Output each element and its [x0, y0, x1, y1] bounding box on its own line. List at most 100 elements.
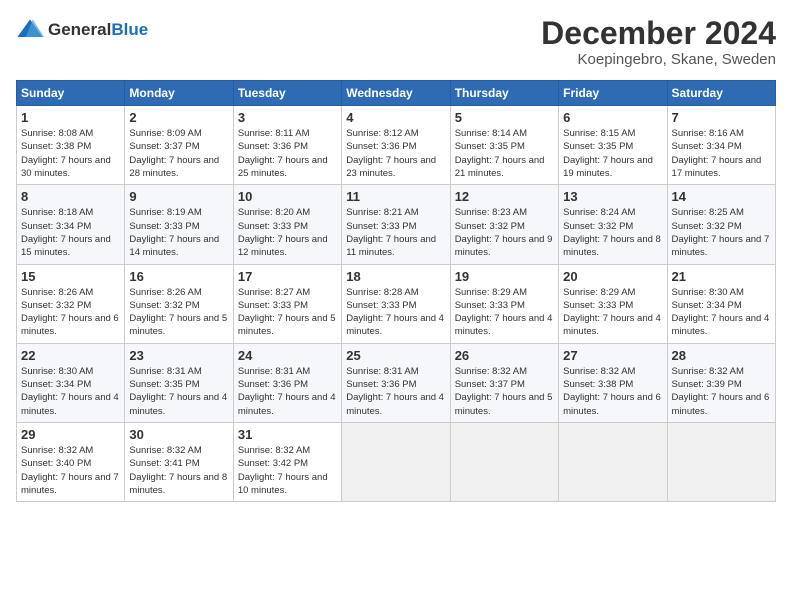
calendar-week-row: 22 Sunrise: 8:30 AM Sunset: 3:34 PM Dayl…: [17, 343, 776, 422]
daylight-label: Daylight: 7 hours and 21 minutes.: [455, 155, 545, 179]
day-number: 21: [672, 269, 771, 284]
day-info: Sunrise: 8:11 AM Sunset: 3:36 PM Dayligh…: [238, 127, 337, 180]
day-number: 29: [21, 427, 120, 442]
table-row: 31 Sunrise: 8:32 AM Sunset: 3:42 PM Dayl…: [233, 422, 341, 501]
day-info: Sunrise: 8:25 AM Sunset: 3:32 PM Dayligh…: [672, 206, 771, 259]
daylight-label: Daylight: 7 hours and 17 minutes.: [672, 155, 762, 179]
day-info: Sunrise: 8:08 AM Sunset: 3:38 PM Dayligh…: [21, 127, 120, 180]
sunrise-label: Sunrise: 8:32 AM: [455, 366, 527, 377]
sunset-label: Sunset: 3:41 PM: [129, 458, 199, 469]
logo-icon: [16, 16, 44, 44]
day-number: 14: [672, 189, 771, 204]
col-saturday: Saturday: [667, 81, 775, 106]
day-info: Sunrise: 8:32 AM Sunset: 3:39 PM Dayligh…: [672, 365, 771, 418]
sunset-label: Sunset: 3:33 PM: [563, 300, 633, 311]
day-info: Sunrise: 8:29 AM Sunset: 3:33 PM Dayligh…: [455, 286, 554, 339]
day-info: Sunrise: 8:32 AM Sunset: 3:37 PM Dayligh…: [455, 365, 554, 418]
day-number: 10: [238, 189, 337, 204]
daylight-label: Daylight: 7 hours and 4 minutes.: [346, 313, 444, 337]
day-number: 16: [129, 269, 228, 284]
table-row: 24 Sunrise: 8:31 AM Sunset: 3:36 PM Dayl…: [233, 343, 341, 422]
sunrise-label: Sunrise: 8:11 AM: [238, 128, 310, 139]
sunset-label: Sunset: 3:37 PM: [455, 379, 525, 390]
sunset-label: Sunset: 3:42 PM: [238, 458, 308, 469]
table-row: 28 Sunrise: 8:32 AM Sunset: 3:39 PM Dayl…: [667, 343, 775, 422]
daylight-label: Daylight: 7 hours and 23 minutes.: [346, 155, 436, 179]
calendar-week-row: 1 Sunrise: 8:08 AM Sunset: 3:38 PM Dayli…: [17, 106, 776, 185]
col-tuesday: Tuesday: [233, 81, 341, 106]
sunrise-label: Sunrise: 8:25 AM: [672, 207, 744, 218]
sunset-label: Sunset: 3:34 PM: [21, 379, 91, 390]
daylight-label: Daylight: 7 hours and 4 minutes.: [563, 313, 661, 337]
table-row: [667, 422, 775, 501]
table-row: 6 Sunrise: 8:15 AM Sunset: 3:35 PM Dayli…: [559, 106, 667, 185]
sunrise-label: Sunrise: 8:18 AM: [21, 207, 93, 218]
daylight-label: Daylight: 7 hours and 6 minutes.: [21, 313, 119, 337]
day-number: 17: [238, 269, 337, 284]
sunrise-label: Sunrise: 8:20 AM: [238, 207, 310, 218]
day-info: Sunrise: 8:31 AM Sunset: 3:36 PM Dayligh…: [346, 365, 445, 418]
sunrise-label: Sunrise: 8:24 AM: [563, 207, 635, 218]
sunrise-label: Sunrise: 8:28 AM: [346, 287, 418, 298]
sunset-label: Sunset: 3:33 PM: [346, 300, 416, 311]
daylight-label: Daylight: 7 hours and 4 minutes.: [129, 392, 227, 416]
day-number: 4: [346, 110, 445, 125]
sunset-label: Sunset: 3:35 PM: [455, 141, 525, 152]
sunset-label: Sunset: 3:38 PM: [21, 141, 91, 152]
day-number: 18: [346, 269, 445, 284]
sunset-label: Sunset: 3:39 PM: [672, 379, 742, 390]
day-number: 19: [455, 269, 554, 284]
sunrise-label: Sunrise: 8:27 AM: [238, 287, 310, 298]
sunset-label: Sunset: 3:32 PM: [21, 300, 91, 311]
day-info: Sunrise: 8:23 AM Sunset: 3:32 PM Dayligh…: [455, 206, 554, 259]
day-number: 11: [346, 189, 445, 204]
day-info: Sunrise: 8:30 AM Sunset: 3:34 PM Dayligh…: [21, 365, 120, 418]
month-title: December 2024: [541, 16, 776, 51]
table-row: 5 Sunrise: 8:14 AM Sunset: 3:35 PM Dayli…: [450, 106, 558, 185]
sunrise-label: Sunrise: 8:32 AM: [563, 366, 635, 377]
day-info: Sunrise: 8:12 AM Sunset: 3:36 PM Dayligh…: [346, 127, 445, 180]
daylight-label: Daylight: 7 hours and 10 minutes.: [238, 472, 328, 496]
day-info: Sunrise: 8:18 AM Sunset: 3:34 PM Dayligh…: [21, 206, 120, 259]
col-friday: Friday: [559, 81, 667, 106]
day-number: 20: [563, 269, 662, 284]
daylight-label: Daylight: 7 hours and 19 minutes.: [563, 155, 653, 179]
daylight-label: Daylight: 7 hours and 4 minutes.: [238, 392, 336, 416]
daylight-label: Daylight: 7 hours and 6 minutes.: [672, 392, 770, 416]
sunrise-label: Sunrise: 8:30 AM: [21, 366, 93, 377]
sunset-label: Sunset: 3:32 PM: [455, 221, 525, 232]
day-number: 31: [238, 427, 337, 442]
day-info: Sunrise: 8:32 AM Sunset: 3:42 PM Dayligh…: [238, 444, 337, 497]
daylight-label: Daylight: 7 hours and 7 minutes.: [672, 234, 770, 258]
daylight-label: Daylight: 7 hours and 5 minutes.: [455, 392, 553, 416]
daylight-label: Daylight: 7 hours and 8 minutes.: [563, 234, 661, 258]
sunset-label: Sunset: 3:35 PM: [129, 379, 199, 390]
daylight-label: Daylight: 7 hours and 5 minutes.: [129, 313, 227, 337]
table-row: 26 Sunrise: 8:32 AM Sunset: 3:37 PM Dayl…: [450, 343, 558, 422]
sunrise-label: Sunrise: 8:12 AM: [346, 128, 418, 139]
logo-text: GeneralBlue: [48, 20, 148, 40]
day-number: 30: [129, 427, 228, 442]
sunset-label: Sunset: 3:34 PM: [672, 141, 742, 152]
sunset-label: Sunset: 3:33 PM: [129, 221, 199, 232]
sunrise-label: Sunrise: 8:32 AM: [129, 445, 201, 456]
day-number: 26: [455, 348, 554, 363]
table-row: 9 Sunrise: 8:19 AM Sunset: 3:33 PM Dayli…: [125, 185, 233, 264]
day-number: 6: [563, 110, 662, 125]
daylight-label: Daylight: 7 hours and 25 minutes.: [238, 155, 328, 179]
sunset-label: Sunset: 3:38 PM: [563, 379, 633, 390]
table-row: 3 Sunrise: 8:11 AM Sunset: 3:36 PM Dayli…: [233, 106, 341, 185]
day-number: 1: [21, 110, 120, 125]
day-info: Sunrise: 8:15 AM Sunset: 3:35 PM Dayligh…: [563, 127, 662, 180]
table-row: [450, 422, 558, 501]
day-info: Sunrise: 8:31 AM Sunset: 3:35 PM Dayligh…: [129, 365, 228, 418]
sunset-label: Sunset: 3:37 PM: [129, 141, 199, 152]
sunset-label: Sunset: 3:34 PM: [672, 300, 742, 311]
logo: GeneralBlue: [16, 16, 148, 44]
day-info: Sunrise: 8:09 AM Sunset: 3:37 PM Dayligh…: [129, 127, 228, 180]
sunrise-label: Sunrise: 8:29 AM: [563, 287, 635, 298]
table-row: 25 Sunrise: 8:31 AM Sunset: 3:36 PM Dayl…: [342, 343, 450, 422]
daylight-label: Daylight: 7 hours and 28 minutes.: [129, 155, 219, 179]
sunset-label: Sunset: 3:33 PM: [238, 221, 308, 232]
day-info: Sunrise: 8:19 AM Sunset: 3:33 PM Dayligh…: [129, 206, 228, 259]
